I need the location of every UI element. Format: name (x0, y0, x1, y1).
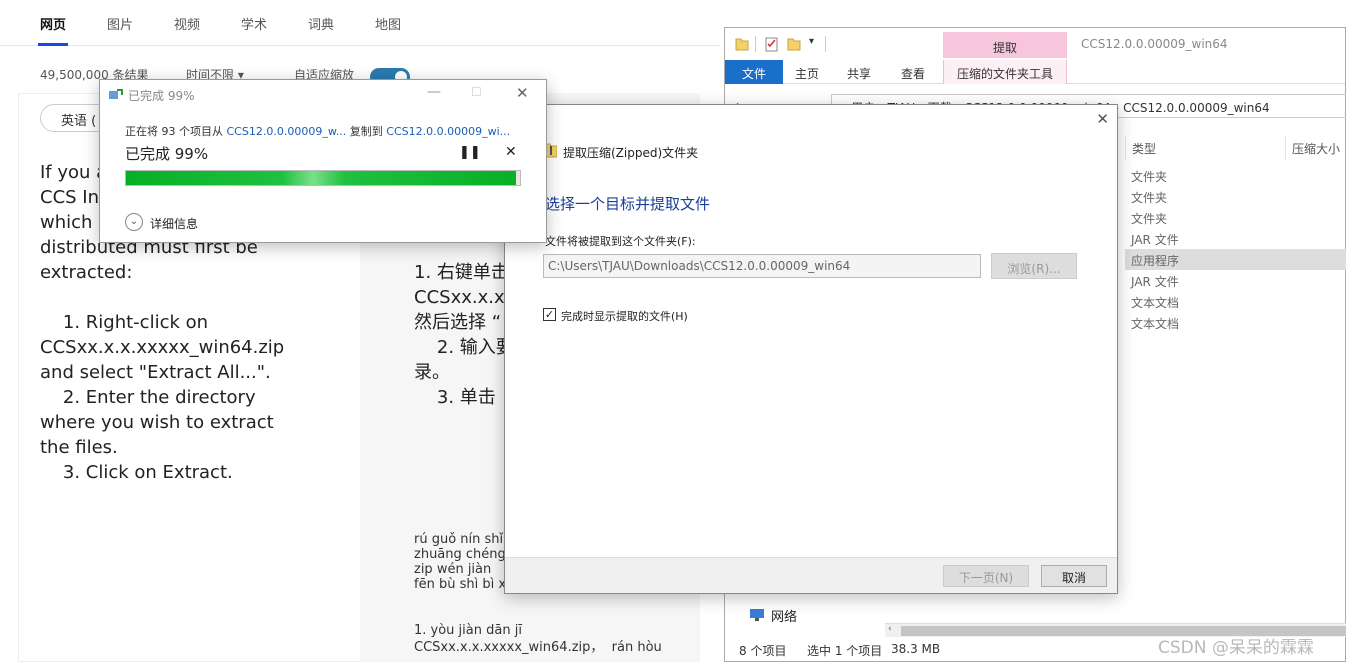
context-tab-extract[interactable]: 提取 (943, 32, 1067, 58)
copy-progress-dialog: 已完成 99% — ☐ ✕ 正在将 93 个项目从 CCS12.0.0.0000… (99, 79, 547, 243)
file-row-type[interactable]: 文件夹 (1125, 186, 1346, 207)
destination-label: 文件将被提取到这个文件夹(F): (545, 235, 696, 248)
copy-icon (109, 89, 123, 99)
column-header-type[interactable]: 类型 (1125, 136, 1285, 160)
copy-description: 正在将 93 个项目从 CCS12.0.0.00009_w... 复制到 CCS… (125, 123, 510, 139)
tab-dictionary[interactable]: 词典 (308, 14, 334, 33)
file-row-type[interactable]: JAR 文件 (1125, 228, 1346, 249)
column-header-compressed-size[interactable]: 压缩大小 (1285, 136, 1346, 160)
window-title: CCS12.0.0.00009_win64 (1081, 37, 1228, 51)
close-icon[interactable]: ✕ (1096, 110, 1109, 128)
close-icon[interactable]: ✕ (516, 84, 529, 102)
properties-icon[interactable] (765, 36, 779, 52)
show-files-checkbox[interactable]: ✓ (543, 308, 556, 321)
cancel-button[interactable]: 取消 (1041, 565, 1107, 587)
dialog-heading: 选择一个目标并提取文件 (545, 195, 711, 213)
next-button[interactable]: 下一页(N) (943, 565, 1029, 587)
desc-mid: 复制到 (346, 125, 387, 138)
destination-link[interactable]: CCS12.0.0.00009_wi... (386, 125, 510, 138)
watermark: CSDN @呆呆的霖霖 (1158, 638, 1314, 658)
nav-network-label: 网络 (771, 610, 798, 625)
file-row-type[interactable]: 文本文档 (1125, 312, 1346, 333)
copy-status: 已完成 99% (125, 145, 209, 163)
tab-file[interactable]: 文件 (725, 60, 783, 84)
tab-home[interactable]: 主页 (795, 65, 819, 82)
show-files-label: 完成时显示提取的文件(H) (561, 310, 688, 323)
dialog-title: 已完成 99% (128, 89, 195, 103)
desc-prefix: 正在将 93 个项目从 (125, 125, 227, 138)
status-selected: 选中 1 个项目 (807, 644, 883, 658)
file-row-type[interactable]: 文本文档 (1125, 291, 1346, 312)
copy-progress-bar (125, 170, 521, 186)
extract-zip-dialog: ✕ 提取压缩(Zipped)文件夹 选择一个目标并提取文件 文件将被提取到这个文… (504, 104, 1118, 594)
pause-icon[interactable]: ❚❚ (459, 145, 481, 160)
tab-academic[interactable]: 学术 (241, 14, 267, 33)
maximize-icon: ☐ (471, 85, 482, 99)
dialog-header: 提取压缩(Zipped)文件夹 (563, 146, 699, 160)
file-row-type[interactable]: 文件夹 (1125, 165, 1346, 186)
new-folder-icon[interactable] (787, 36, 801, 52)
minimize-icon[interactable]: — (427, 84, 441, 100)
network-icon (750, 609, 764, 621)
chevron-down-icon[interactable]: ▾ (809, 36, 814, 47)
file-row-type[interactable]: 文件夹 (1125, 207, 1346, 228)
active-tab-underline (38, 43, 68, 46)
status-size: 38.3 MB (891, 642, 941, 656)
file-row-type-selected[interactable]: 应用程序 (1125, 249, 1346, 270)
scroll-left-icon[interactable]: ‹ (888, 624, 892, 634)
tab-web[interactable]: 网页 (40, 14, 66, 33)
details-label[interactable]: 详细信息 (150, 215, 198, 232)
ribbon-tabs: 文件 主页 共享 查看 压缩的文件夹工具 (725, 60, 1345, 84)
cancel-copy-icon[interactable]: ✕ (505, 144, 517, 160)
tab-view[interactable]: 查看 (901, 65, 925, 82)
browse-button[interactable]: 浏览(R)... (991, 253, 1077, 279)
file-row-type[interactable]: JAR 文件 (1125, 270, 1346, 291)
status-item-count: 8 个项目 (739, 644, 787, 658)
tab-share[interactable]: 共享 (847, 65, 871, 82)
search-tabs: 网页 图片 视频 学术 词典 地图 (0, 0, 720, 46)
folder-icon (735, 38, 749, 51)
copy-progress-fill (126, 171, 517, 185)
tab-compressed-folder-tools[interactable]: 压缩的文件夹工具 (943, 60, 1067, 84)
dialog-footer: 下一页(N) 取消 (505, 557, 1117, 593)
tab-videos[interactable]: 视频 (174, 14, 200, 33)
tab-images[interactable]: 图片 (107, 14, 133, 33)
tab-maps[interactable]: 地图 (375, 14, 401, 33)
expand-details-icon[interactable]: ⌄ (125, 213, 143, 231)
source-link[interactable]: CCS12.0.0.00009_w... (227, 125, 347, 138)
destination-path-field[interactable]: C:\Users\TJAU\Downloads\CCS12.0.0.00009_… (543, 254, 981, 278)
pinyin-text-2: 1. yòu jiàn dān jī CCSxx.x.x.xxxxx_win64… (414, 623, 662, 655)
